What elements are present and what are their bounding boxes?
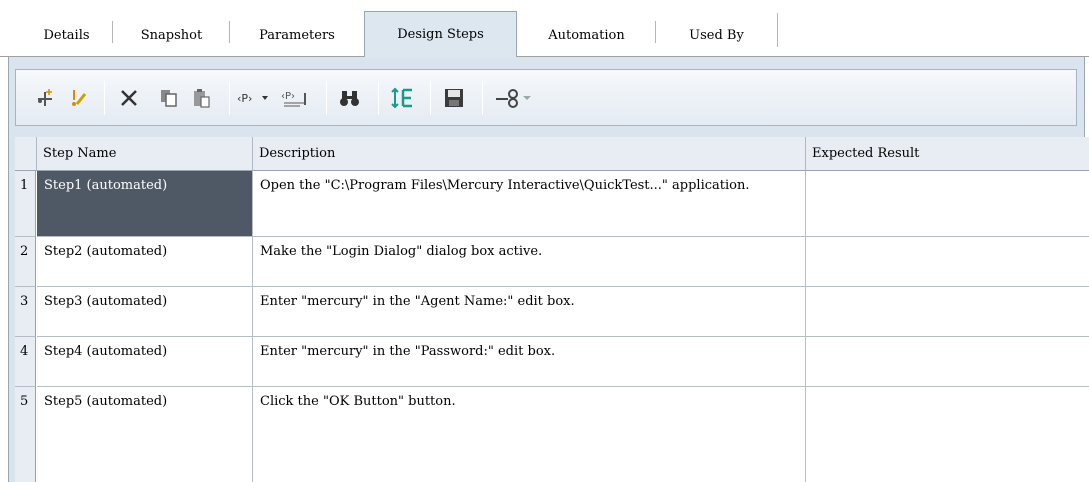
find-icon	[338, 87, 362, 109]
tab-label: Used By	[689, 27, 744, 43]
find-parameter-button[interactable]: ‹P›	[276, 82, 314, 114]
edit-step-button[interactable]	[62, 82, 92, 114]
delete-icon	[117, 86, 141, 110]
description-cell[interactable]: Open the "C:\Program Files\Mercury Inter…	[253, 171, 806, 237]
row-number[interactable]: 3	[15, 287, 36, 337]
svg-text:‹P›: ‹P›	[281, 91, 295, 102]
insert-parameter-icon: ‹P›	[237, 88, 271, 108]
expected-result-cell[interactable]	[806, 237, 1089, 287]
row-number[interactable]: 5	[15, 387, 36, 482]
renumber-steps-button[interactable]	[386, 82, 420, 114]
svg-text:‹P›: ‹P›	[237, 92, 252, 105]
step-name-cell[interactable]: Step3 (automated)	[37, 287, 253, 337]
step-name-column-header[interactable]: Step Name	[37, 137, 253, 171]
description-cell[interactable]: Click the "OK Button" button.	[253, 387, 806, 482]
column-header-label: Step Name	[43, 146, 117, 161]
tab-label: Details	[43, 27, 90, 43]
new-step-button[interactable]	[30, 82, 60, 114]
save-button[interactable]	[438, 82, 470, 114]
renumber-steps-icon	[390, 86, 416, 110]
tab-design-steps[interactable]: Design Steps	[364, 11, 517, 58]
link-button[interactable]	[490, 82, 536, 114]
expected-result-cell[interactable]	[806, 171, 1089, 237]
expected-result-column-header[interactable]: Expected Result	[806, 137, 1089, 171]
paste-icon	[191, 87, 213, 109]
toolbar-separator	[229, 81, 230, 115]
tab-label: Automation	[548, 27, 625, 43]
row-number-header	[15, 137, 37, 171]
new-step-icon	[33, 86, 57, 110]
tab-used-by[interactable]: Used By	[656, 13, 777, 57]
link-dropdown-icon[interactable]	[522, 93, 532, 103]
description-cell[interactable]: Enter "mercury" in the "Password:" edit …	[253, 337, 806, 387]
copy-button[interactable]	[155, 82, 183, 114]
column-header-label: Expected Result	[812, 146, 920, 161]
row-number[interactable]: 2	[15, 237, 36, 287]
edit-step-icon	[65, 86, 89, 110]
tab-bar: Details Snapshot Parameters Design Steps…	[0, 0, 1089, 58]
tab-details[interactable]: Details	[20, 13, 113, 57]
row-number[interactable]: 1	[15, 171, 36, 237]
step-name-cell[interactable]: Step2 (automated)	[37, 237, 253, 287]
insert-parameter-button[interactable]: ‹P›	[236, 82, 272, 114]
tab-label: Parameters	[259, 27, 335, 43]
paste-button[interactable]	[188, 82, 216, 114]
toolbar-separator	[430, 81, 431, 115]
column-header-label: Description	[259, 146, 336, 161]
step-name-cell[interactable]: Step1 (automated)	[37, 171, 253, 237]
tab-label: Design Steps	[397, 27, 484, 42]
tab-snapshot[interactable]: Snapshot	[113, 13, 230, 57]
step-name-cell[interactable]: Step5 (automated)	[37, 387, 253, 482]
toolbar-separator	[326, 81, 327, 115]
row-number[interactable]: 4	[15, 337, 36, 387]
find-button[interactable]	[334, 82, 366, 114]
description-cell[interactable]: Enter "mercury" in the "Agent Name:" edi…	[253, 287, 806, 337]
tab-automation[interactable]: Automation	[517, 13, 656, 57]
toolbar-separator	[482, 81, 483, 115]
tab-label: Snapshot	[140, 27, 203, 43]
toolbar-separator	[378, 81, 379, 115]
find-parameter-icon: ‹P›	[280, 87, 310, 109]
description-cell[interactable]: Make the "Login Dialog" dialog box activ…	[253, 237, 806, 287]
save-icon	[443, 87, 465, 109]
design-steps-toolbar: ‹P› ‹P›	[15, 69, 1077, 126]
step-name-cell[interactable]: Step4 (automated)	[37, 337, 253, 387]
tab-parameters[interactable]: Parameters	[230, 13, 364, 57]
design-steps-grid: Step Name Description Expected Result 1 …	[15, 137, 1089, 482]
toolbar-separator	[104, 81, 105, 115]
description-column-header[interactable]: Description	[253, 137, 806, 171]
delete-button[interactable]	[113, 82, 145, 114]
expected-result-cell[interactable]	[806, 287, 1089, 337]
expected-result-cell[interactable]	[806, 337, 1089, 387]
tab-bar-end-divider	[777, 13, 778, 47]
expected-result-cell[interactable]	[806, 387, 1089, 482]
copy-icon	[158, 87, 180, 109]
